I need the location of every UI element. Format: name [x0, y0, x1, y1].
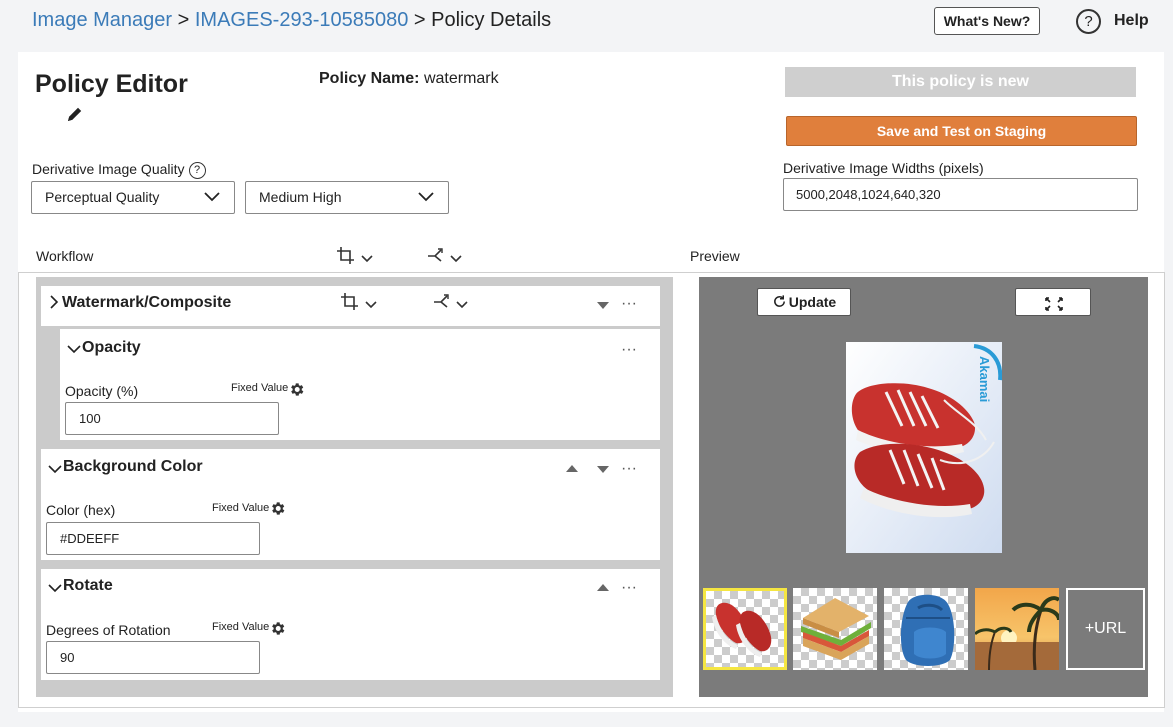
quality-mode-value: Perceptual Quality — [45, 189, 160, 205]
thumbnail-beach[interactable] — [975, 588, 1059, 670]
quality-label-text: Derivative Image Quality — [32, 161, 185, 177]
add-url-button[interactable]: +URL — [1066, 588, 1145, 670]
quality-mode-select[interactable]: Perceptual Quality — [31, 181, 235, 214]
update-button[interactable]: Update — [757, 288, 851, 316]
breadcrumb-separator: > — [172, 9, 195, 31]
move-up-icon[interactable] — [597, 584, 609, 591]
move-down-icon[interactable] — [597, 466, 609, 473]
step-title: Opacity — [82, 339, 141, 356]
whats-new-button[interactable]: What's New? — [934, 7, 1040, 35]
fixed-value-label: Fixed Value — [231, 382, 289, 394]
policy-name-value: watermark — [423, 70, 499, 87]
fixed-value-label: Fixed Value — [212, 502, 270, 514]
widths-label: Derivative Image Widths (pixels) — [783, 160, 984, 176]
breadcrumb-separator: > — [408, 9, 432, 31]
thumbnail-sneakers[interactable] — [703, 588, 787, 670]
update-label: Update — [788, 294, 837, 310]
akamai-logo: Akamai — [977, 356, 992, 402]
save-and-test-button[interactable]: Save and Test on Staging — [786, 116, 1137, 146]
page-title: Policy Editor — [35, 70, 188, 98]
preview-label: Preview — [690, 248, 740, 264]
help-link[interactable]: Help — [1114, 12, 1149, 30]
refresh-icon — [773, 295, 785, 307]
policy-name: Policy Name: watermark — [319, 70, 499, 88]
gear-icon[interactable] — [269, 500, 286, 522]
chevron-down-icon[interactable] — [67, 341, 81, 359]
breadcrumb-current: Policy Details — [431, 9, 552, 31]
rotation-input[interactable]: 90 — [46, 641, 260, 674]
rotation-field-label: Degrees of Rotation — [46, 622, 171, 638]
gear-icon[interactable] — [269, 620, 286, 642]
quality-label: Derivative Image Quality? — [32, 161, 206, 179]
transform-icon[interactable] — [433, 292, 481, 314]
color-field-label: Color (hex) — [46, 502, 116, 518]
fixed-value-label: Fixed Value — [212, 621, 270, 633]
step-title: Rotate — [63, 577, 113, 594]
more-options-icon[interactable]: ··· — [621, 579, 637, 597]
move-up-icon[interactable] — [566, 465, 578, 472]
pencil-icon[interactable] — [65, 104, 85, 124]
thumbnail-backpack[interactable] — [884, 588, 968, 670]
crop-icon[interactable] — [340, 292, 388, 314]
opacity-input[interactable]: 100 — [65, 402, 279, 435]
policy-name-label: Policy Name: — [319, 70, 420, 87]
chevron-down-icon[interactable] — [48, 580, 62, 598]
sneakers-image: Akamai — [846, 342, 1002, 553]
chevron-down-icon — [418, 192, 434, 202]
breadcrumb-image-manager[interactable]: Image Manager — [32, 9, 172, 31]
more-options-icon[interactable]: ··· — [621, 295, 637, 313]
quality-level-value: Medium High — [259, 189, 342, 205]
expand-icon — [1045, 297, 1063, 311]
step-title: Background Color — [63, 458, 203, 475]
transform-icon[interactable] — [427, 246, 475, 268]
question-icon[interactable]: ? — [188, 161, 206, 179]
move-down-icon[interactable] — [597, 302, 609, 309]
chevron-down-icon[interactable] — [48, 461, 62, 479]
thumbnail-sandwich[interactable] — [793, 588, 877, 670]
color-hex-input[interactable]: #DDEEFF — [46, 522, 260, 555]
step-title: Watermark/Composite — [62, 294, 232, 311]
breadcrumb-images-network[interactable]: IMAGES-293-10585080 — [195, 9, 408, 31]
widths-input[interactable]: 5000,2048,1024,640,320 — [783, 178, 1138, 211]
crop-icon[interactable] — [336, 246, 384, 268]
help-icon[interactable]: ? — [1076, 9, 1101, 34]
chevron-right-icon[interactable] — [49, 295, 59, 314]
fullscreen-button[interactable] — [1015, 288, 1091, 316]
opacity-field-label: Opacity (%) — [65, 383, 139, 399]
preview-image: Akamai — [846, 342, 1002, 553]
policy-status-badge: This policy is new — [785, 67, 1136, 97]
workflow-label: Workflow — [36, 248, 94, 264]
breadcrumb: Image Manager > IMAGES-293-10585080 > Po… — [32, 9, 551, 32]
more-options-icon[interactable]: ··· — [621, 460, 637, 478]
more-options-icon[interactable]: ··· — [621, 341, 637, 359]
quality-level-select[interactable]: Medium High — [245, 181, 449, 214]
chevron-down-icon — [204, 192, 220, 202]
gear-icon[interactable] — [288, 381, 305, 403]
